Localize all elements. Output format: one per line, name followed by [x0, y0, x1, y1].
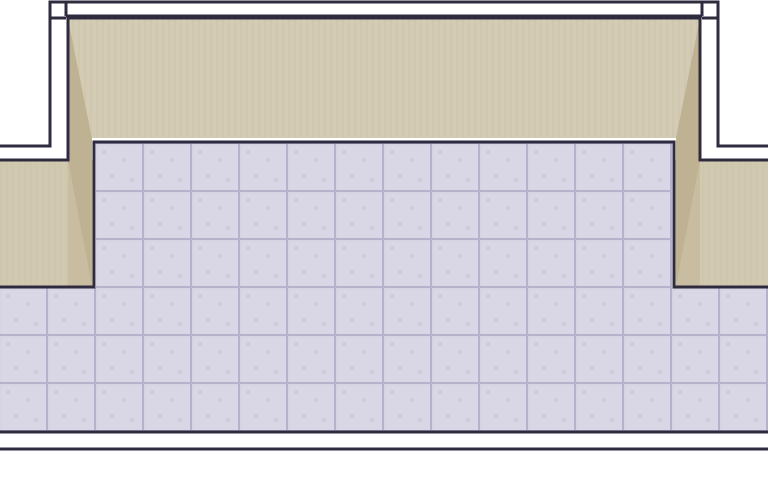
tile-map-canvas: [0, 0, 768, 451]
game-map: [0, 0, 768, 480]
floor: [0, 142, 768, 432]
